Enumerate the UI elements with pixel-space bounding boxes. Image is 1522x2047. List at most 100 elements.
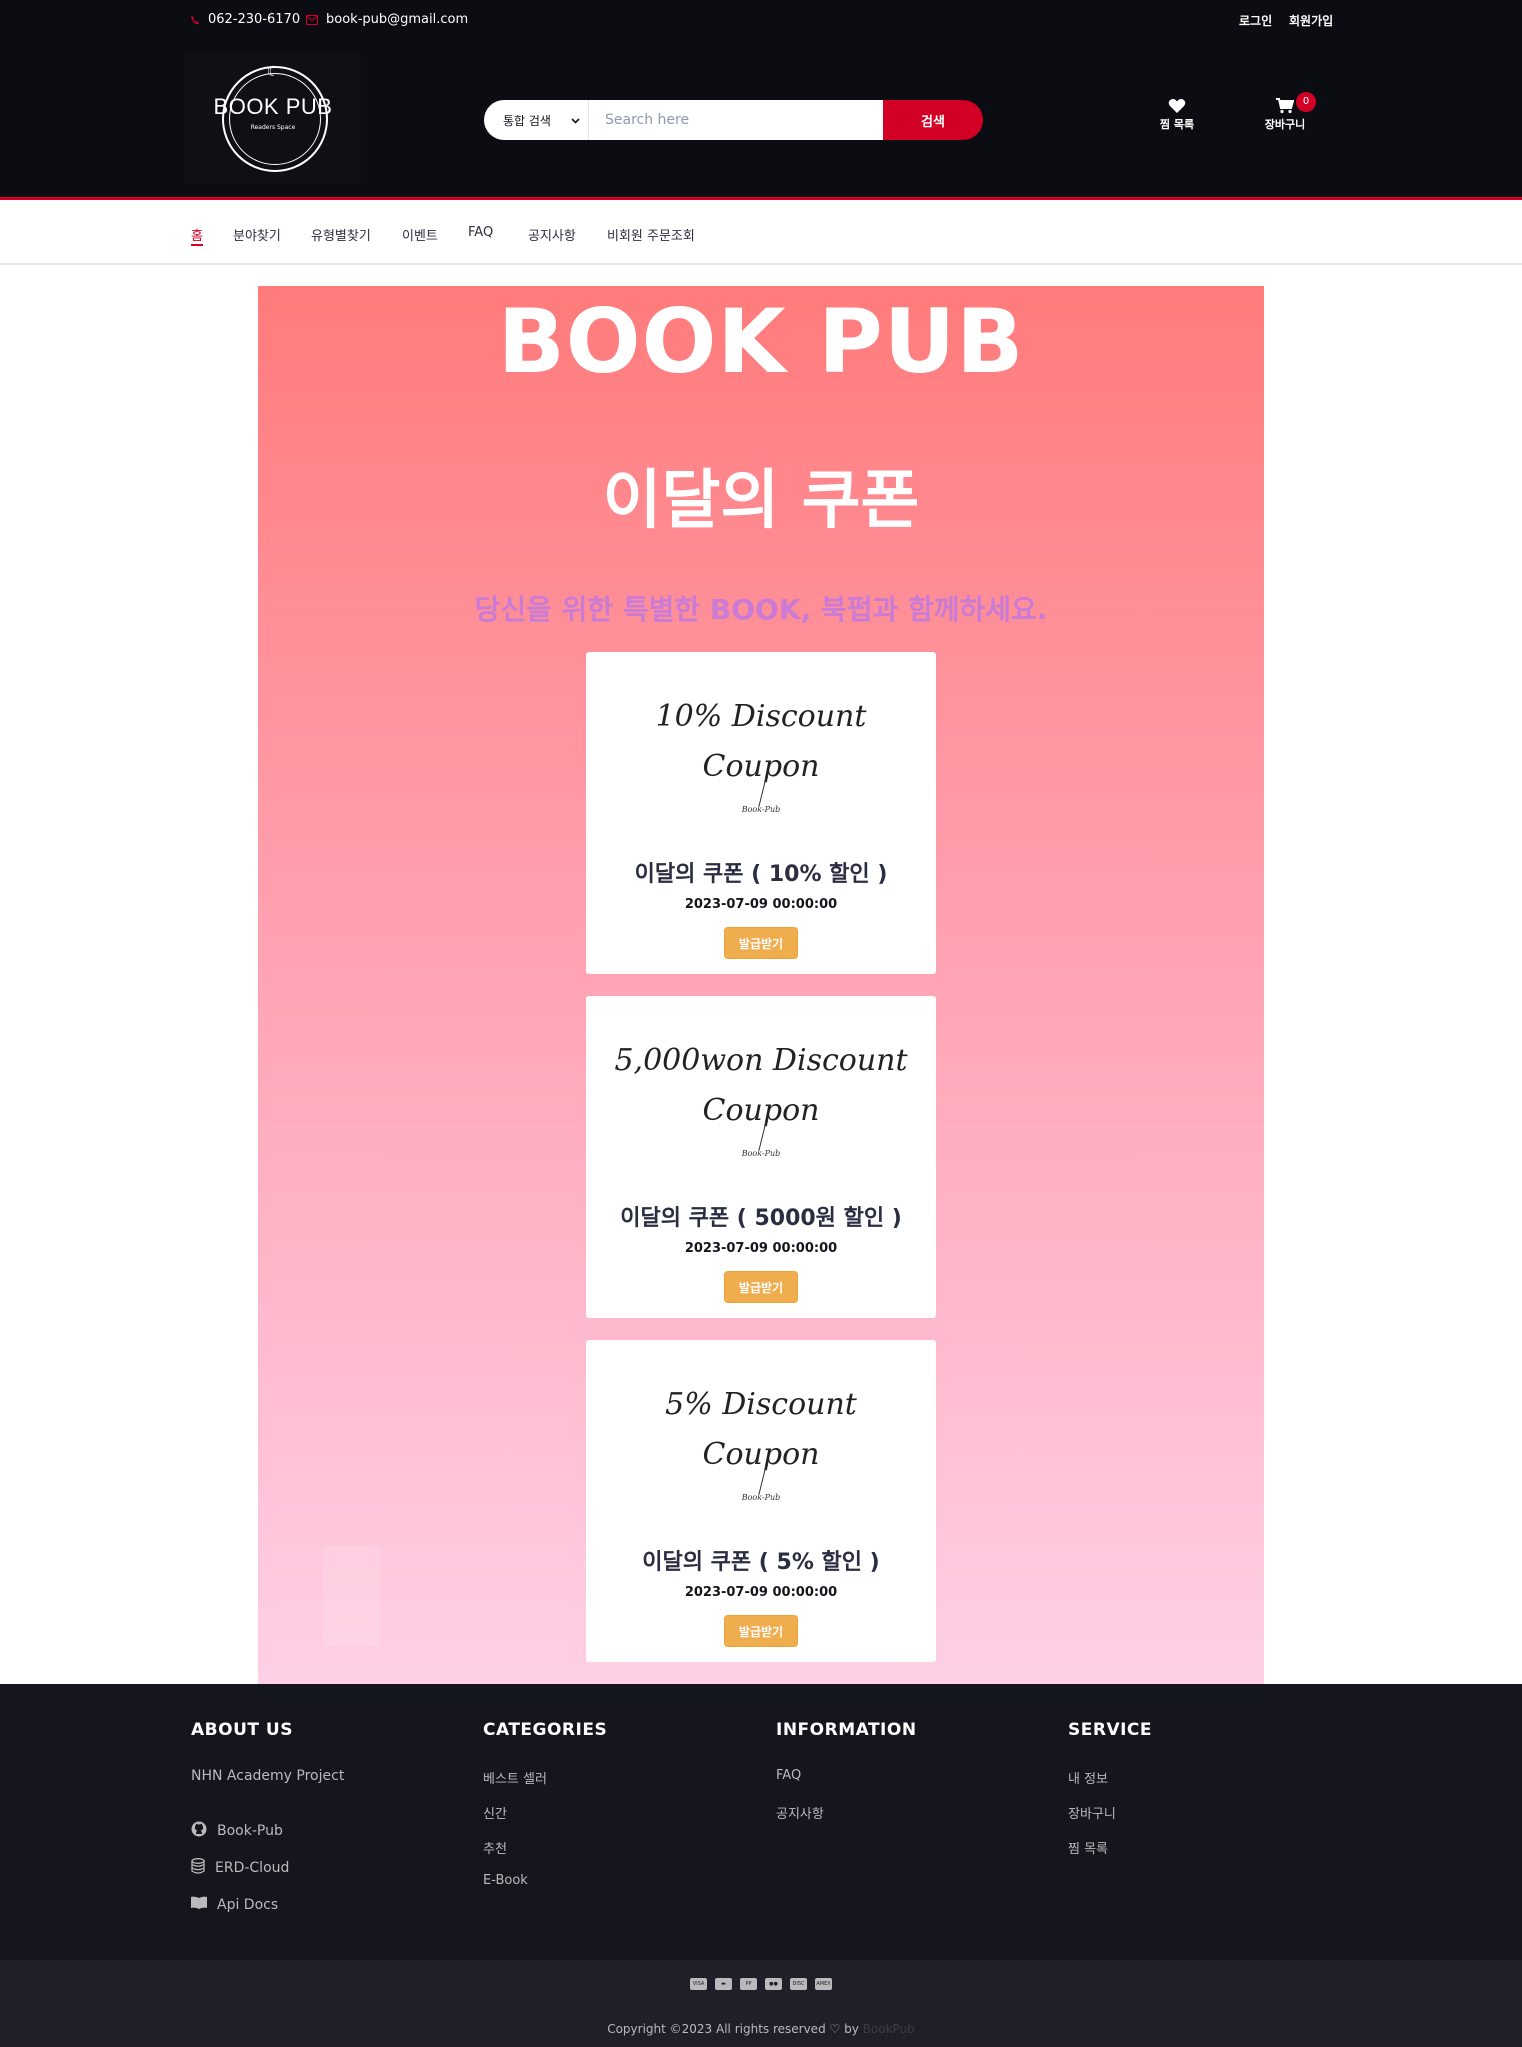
footer-service-heading: SERVICE <box>1068 1720 1153 1740</box>
footer-categories-heading: CATEGORIES <box>483 1720 608 1740</box>
issue-coupon-button[interactable]: 발급받기 <box>724 1271 798 1303</box>
footer-link-label: ERD-Cloud <box>215 1859 290 1876</box>
footer-about-heading: ABOUT US <box>191 1720 293 1740</box>
footer-link-erd[interactable]: ERD-Cloud <box>191 1849 344 1886</box>
main-nav: 홈 분야찾기 유형별찾기 이벤트 FAQ 공지사항 비회원 주문조회 <box>0 203 1522 265</box>
logo-tagline: Readers Space <box>250 124 296 131</box>
moon-icon: ☾ <box>266 64 280 80</box>
top-bar: 062-230-6170 book-pub@gmail.com 로그인 회원가입 <box>0 0 1522 40</box>
email-address: book-pub@gmail.com <box>326 12 469 27</box>
footer-link-label: Api Docs <box>217 1896 279 1913</box>
phone-contact[interactable]: 062-230-6170 <box>190 12 300 27</box>
cart-count-badge: 0 <box>1296 92 1316 112</box>
credit-card-icon: ▬ <box>715 1978 732 1990</box>
footer-link-faq[interactable]: FAQ <box>776 1768 917 1803</box>
coupon-name: 이달의 쿠폰 ( 5% 할인 ) <box>642 1550 880 1575</box>
footer-link-bestseller[interactable]: 베스트 셀러 <box>483 1768 607 1803</box>
nav-item-faq[interactable]: FAQ <box>468 225 493 240</box>
coupon-card: 5,000won Discount Coupon Book-Pub 이달의 쿠폰… <box>586 996 936 1318</box>
phone-icon <box>190 15 200 25</box>
bottom-footer: VISA ▬ PP ●● DISC AMEX Copyright ©2023 A… <box>0 1960 1522 2047</box>
footer-information: INFORMATION FAQ 공지사항 <box>776 1720 917 1838</box>
footer-link-ebook[interactable]: E-Book <box>483 1873 607 1908</box>
coupon-script-brand: Book-Pub <box>741 1149 781 1158</box>
database-icon <box>191 1857 205 1878</box>
nav-item-type[interactable]: 유형별찾기 <box>311 225 371 244</box>
envelope-icon <box>306 14 318 25</box>
hero-title: BOOK PUB <box>497 290 1025 393</box>
coupon-script-line1: 10% Discount <box>655 699 867 734</box>
nav-item-genre[interactable]: 분야찾기 <box>233 225 281 244</box>
coupon-script-brand: Book-Pub <box>741 805 781 814</box>
coupon-name: 이달의 쿠폰 ( 5000원 할인 ) <box>620 1206 902 1231</box>
signup-link[interactable]: 회원가입 <box>1289 12 1333 29</box>
header: ☾ BOOK PUB Readers Space 통합 검색 검색 찜 목록 장… <box>0 40 1522 200</box>
coupon-script-line2: Coupon <box>702 749 820 784</box>
footer-service: SERVICE 내 정보 장바구니 찜 목록 <box>1068 1720 1152 1873</box>
hero-tagline: 당신을 위한 특별한 BOOK, 북펍과 함께하세요. <box>474 593 1048 626</box>
search-category-select[interactable]: 통합 검색 <box>484 100 589 140</box>
search-category-value: 통합 검색 <box>503 113 551 128</box>
discover-icon: DISC <box>790 1978 807 1990</box>
wishlist-button[interactable]: 찜 목록 <box>1137 98 1217 132</box>
coupon-script-brand: Book-Pub <box>741 1493 781 1502</box>
footer-link-new[interactable]: 신간 <box>483 1803 607 1838</box>
login-link[interactable]: 로그인 <box>1239 12 1272 29</box>
footer-categories: CATEGORIES 베스트 셀러 신간 추천 E-Book <box>483 1720 607 1908</box>
footer-link-label: Book-Pub <box>217 1822 283 1839</box>
visa-icon: VISA <box>690 1978 707 1990</box>
logo[interactable]: ☾ BOOK PUB Readers Space <box>185 54 361 184</box>
coupon-image: 10% Discount Coupon <box>586 692 936 792</box>
issue-coupon-button[interactable]: 발급받기 <box>724 927 798 959</box>
nav-item-home[interactable]: 홈 <box>191 225 203 244</box>
phone-number: 062-230-6170 <box>208 12 301 27</box>
footer-link-api-docs[interactable]: Api Docs <box>191 1886 344 1923</box>
footer-information-heading: INFORMATION <box>776 1720 917 1740</box>
chevron-down-icon <box>571 113 580 127</box>
footer-link-github[interactable]: Book-Pub <box>191 1812 344 1849</box>
search-bar: 통합 검색 검색 <box>484 100 984 140</box>
nav-item-event[interactable]: 이벤트 <box>402 225 438 244</box>
wishlist-label: 찜 목록 <box>1159 118 1195 131</box>
coupon-script-line1: 5% Discount <box>665 1387 857 1422</box>
github-icon <box>191 1821 207 1841</box>
search-button[interactable]: 검색 <box>883 100 983 140</box>
copyright: Copyright ©2023 All rights reserved ♡ by… <box>0 2022 1522 2036</box>
footer-link-recommend[interactable]: 추천 <box>483 1838 607 1873</box>
nav-active-underline <box>191 244 203 246</box>
coupon-card: 5% Discount Coupon Book-Pub 이달의 쿠폰 ( 5% … <box>586 1340 936 1662</box>
copyright-brand-link[interactable]: BookPub <box>863 2022 915 2036</box>
payment-methods: VISA ▬ PP ●● DISC AMEX <box>0 1978 1522 1990</box>
nav-item-guest-order[interactable]: 비회원 주문조회 <box>607 225 695 244</box>
footer-link-cart[interactable]: 장바구니 <box>1068 1803 1152 1838</box>
footer-link-my-info[interactable]: 내 정보 <box>1068 1768 1152 1803</box>
paypal-icon: PP <box>740 1978 757 1990</box>
coupon-script-line2: Coupon <box>702 1437 820 1472</box>
footer-link-wishlist[interactable]: 찜 목록 <box>1068 1838 1152 1873</box>
search-input[interactable] <box>589 100 883 140</box>
nav-item-notice[interactable]: 공지사항 <box>528 225 576 244</box>
decorative-block <box>323 1546 380 1646</box>
footer-about-text: NHN Academy Project <box>191 1768 345 1784</box>
footer: ABOUT US NHN Academy Project Book-Pub ER… <box>0 1684 1522 1960</box>
coupon-hero: BOOK PUB 이달의 쿠폰 당신을 위한 특별한 BOOK, 북펍과 함께하… <box>258 286 1264 1684</box>
heart-icon <box>1137 98 1217 114</box>
heart-outline-icon: ♡ <box>829 2022 841 2036</box>
footer-about: ABOUT US NHN Academy Project Book-Pub ER… <box>191 1720 344 1923</box>
coupon-name: 이달의 쿠폰 ( 10% 할인 ) <box>634 862 888 887</box>
cart-label: 장바구니 <box>1264 118 1306 131</box>
issue-coupon-button[interactable]: 발급받기 <box>724 1615 798 1647</box>
coupon-date: 2023-07-09 00:00:00 <box>684 1241 838 1256</box>
copyright-text: Copyright ©2023 All rights reserved <box>607 2022 826 2036</box>
footer-link-notice[interactable]: 공지사항 <box>776 1803 917 1838</box>
email-contact[interactable]: book-pub@gmail.com <box>306 12 468 27</box>
coupon-date: 2023-07-09 00:00:00 <box>684 897 838 912</box>
mastercard-icon: ●● <box>765 1978 782 1990</box>
hero-subtitle: 이달의 쿠폰 <box>602 464 920 538</box>
coupon-script-line2: Coupon <box>702 1093 820 1128</box>
book-icon <box>191 1896 207 1914</box>
copyright-by: by <box>844 2022 859 2036</box>
coupon-image: 5% Discount Coupon <box>586 1380 936 1480</box>
logo-title: BOOK PUB <box>213 94 333 119</box>
amex-icon: AMEX <box>815 1978 832 1990</box>
